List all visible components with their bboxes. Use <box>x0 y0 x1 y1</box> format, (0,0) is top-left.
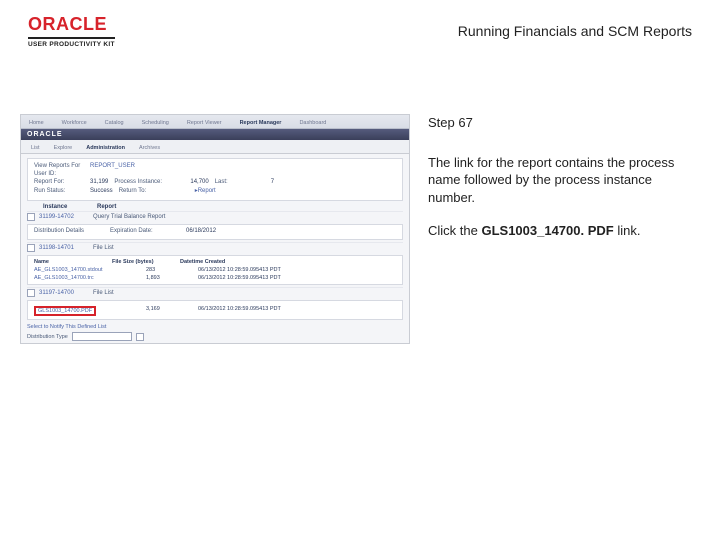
brand-oracle: ORACLE <box>28 14 107 35</box>
row-instance[interactable]: 31198-14701 <box>39 245 89 251</box>
file-col-time: Datetime Created <box>180 259 270 265</box>
file-link[interactable]: AE_GLS1003_14700.stdout <box>34 267 134 273</box>
action-prefix: Click the <box>428 223 481 238</box>
row-report-name: File List <box>93 290 403 296</box>
return-to-value[interactable]: ▸Report <box>195 187 216 194</box>
action-link-name: GLS1003_14700. PDF <box>481 223 613 238</box>
col-report: Report <box>97 204 403 210</box>
instruction-column: Step 67 The link for the report contains… <box>428 114 692 344</box>
col-instance: Instance <box>43 204 93 210</box>
tab-scheduling[interactable]: Scheduling <box>138 118 173 128</box>
file-row: AE_GLS1003_14700.trc 1,893 06/13/2012 10… <box>34 275 396 281</box>
file-list-1: Name File Size (bytes) Datetime Created … <box>27 255 403 285</box>
page-title: Running Financials and SCM Reports <box>115 23 692 39</box>
dist-type-input[interactable] <box>72 332 132 341</box>
file-time: 06/13/2012 10:28:59.095413 PDT <box>198 306 281 316</box>
dist-details-label: Distribution Details <box>34 228 104 234</box>
filter-form: View Reports For REPORT_USER User ID: Re… <box>27 158 403 201</box>
row-report-name: Query Trial Balance Report <box>93 214 403 220</box>
view-reports-value[interactable]: REPORT_USER <box>90 163 135 169</box>
expiration-value: 06/18/2012 <box>186 228 216 234</box>
process-instance-value: 14,700 <box>190 179 208 185</box>
tab-dashboard[interactable]: Dashboard <box>295 118 330 128</box>
file-col-size: File Size (bytes) <box>112 259 172 265</box>
app-top-tabbar: Home Workforce Catalog Scheduling Report… <box>21 115 409 129</box>
file-size: 283 <box>146 267 186 273</box>
row-report-name: File List <box>93 245 403 251</box>
notify-link[interactable]: Select to Notify This Defined List <box>27 324 403 330</box>
tab-report-viewer[interactable]: Report Viewer <box>183 118 226 128</box>
dist-type-label: Distribution Type <box>27 334 68 340</box>
file-link[interactable]: AE_GLS1003_14700.trc <box>34 275 134 281</box>
lookup-icon[interactable] <box>136 333 144 341</box>
row-checkbox[interactable] <box>27 244 35 252</box>
row-instance[interactable]: 31199-14702 <box>39 214 89 220</box>
file-link-highlighted[interactable]: GLS1003_14700.PDF <box>34 306 96 316</box>
list-row[interactable]: 31198-14701 File List <box>27 242 403 253</box>
embedded-app-panel: Home Workforce Catalog Scheduling Report… <box>20 114 410 344</box>
tab-workforce[interactable]: Workforce <box>58 118 91 128</box>
last-label: Last: <box>215 179 265 185</box>
report-for-value: 31,199 <box>90 179 108 185</box>
user-id-label: User ID: <box>34 171 84 177</box>
file-time: 06/13/2012 10:28:59.095413 PDT <box>198 275 281 281</box>
brand-upk: USER PRODUCTIVITY KIT <box>28 37 115 48</box>
panel-footer: Select to Notify This Defined List Distr… <box>27 324 403 344</box>
file-row: AE_GLS1003_14700.stdout 283 06/13/2012 1… <box>34 267 396 273</box>
file-time: 06/13/2012 10:28:59.095413 PDT <box>198 267 281 273</box>
report-for-label: Report For: <box>34 179 84 185</box>
process-instance-label: Process Instance: <box>114 179 184 185</box>
tab-report-manager[interactable]: Report Manager <box>236 118 286 128</box>
subtab-explore[interactable]: Explore <box>50 143 77 153</box>
return-to-label: Return To: <box>119 188 189 194</box>
file-col-name: Name <box>34 259 104 265</box>
action-suffix: link. <box>614 223 641 238</box>
tab-home[interactable]: Home <box>25 118 48 128</box>
row-instance[interactable]: 31197-14700 <box>39 290 89 296</box>
report-list-header: Instance Report <box>27 204 403 210</box>
view-reports-label: View Reports For <box>34 163 84 169</box>
run-status-label: Run Status: <box>34 188 84 194</box>
subtab-list[interactable]: List <box>27 143 44 153</box>
last-value: 7 <box>271 179 274 185</box>
run-status-value: Success <box>90 188 113 194</box>
col-select <box>27 204 39 210</box>
subtab-archives[interactable]: Archives <box>135 143 164 153</box>
distribution-details: Distribution Details Expiration Date: 06… <box>27 224 403 240</box>
app-brandbar: ORACLE <box>21 129 409 140</box>
list-row[interactable]: 31197-14700 File List <box>27 287 403 298</box>
app-sub-tabs: List Explore Administration Archives <box>21 140 409 154</box>
brand-block: ORACLE USER PRODUCTIVITY KIT <box>28 14 115 48</box>
page-header: ORACLE USER PRODUCTIVITY KIT Running Fin… <box>0 0 720 54</box>
expiration-label: Expiration Date: <box>110 228 180 234</box>
instruction-body: The link for the report contains the pro… <box>428 154 692 207</box>
row-checkbox[interactable] <box>27 213 35 221</box>
file-list-2: GLS1003_14700.PDF 3,169 06/13/2012 10:28… <box>27 300 403 320</box>
subtab-admin[interactable]: Administration <box>82 143 129 153</box>
tab-catalog[interactable]: Catalog <box>101 118 128 128</box>
step-label: Step 67 <box>428 114 692 132</box>
file-row: GLS1003_14700.PDF 3,169 06/13/2012 10:28… <box>34 306 396 316</box>
instruction-action: Click the GLS1003_14700. PDF link. <box>428 222 692 240</box>
file-size: 1,893 <box>146 275 186 281</box>
list-row[interactable]: 31199-14702 Query Trial Balance Report <box>27 211 403 222</box>
row-checkbox[interactable] <box>27 289 35 297</box>
file-size: 3,169 <box>146 306 186 316</box>
